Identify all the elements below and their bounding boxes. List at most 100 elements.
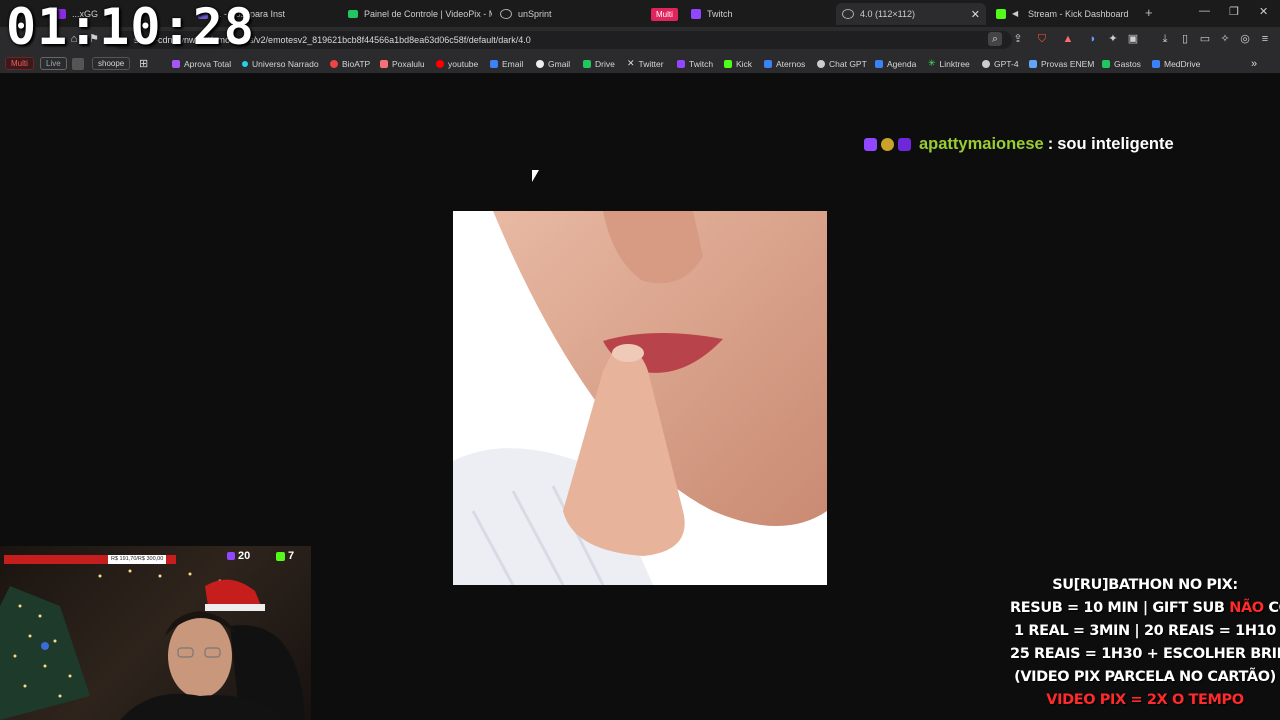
bookmark-label: MedDrive bbox=[1164, 58, 1201, 69]
bookmark-multi[interactable]: Multi bbox=[5, 56, 34, 71]
bookmark-label: Kick bbox=[736, 58, 753, 69]
bookmark-label: shoope bbox=[92, 57, 131, 70]
bookmark-youtube[interactable]: youtube bbox=[436, 56, 478, 71]
tab-2[interactable]: Painel de Controle | VideoPix - M bbox=[342, 3, 492, 25]
bookmark-label: Twitter bbox=[638, 58, 664, 69]
bookmark-agenda[interactable]: Agenda bbox=[875, 56, 916, 71]
bookmark-label: Provas ENEM bbox=[1041, 58, 1095, 69]
sidebar-icon[interactable]: ▯ bbox=[1178, 32, 1192, 46]
menu-icon[interactable]: ≡ bbox=[1258, 32, 1272, 46]
zoom-icon[interactable]: ⌕ bbox=[988, 32, 1002, 46]
bookmark-twitter[interactable]: ✕ Twitter bbox=[627, 56, 664, 71]
mute-icon[interactable]: ◀ bbox=[1012, 9, 1022, 19]
new-tab-button[interactable]: + bbox=[1145, 5, 1153, 20]
bookmark-email[interactable]: Email bbox=[490, 56, 523, 71]
bookmark-label: Chat GPT bbox=[829, 58, 867, 69]
bookmark-aternos[interactable]: Aternos bbox=[764, 56, 805, 71]
videopix-icon bbox=[348, 10, 358, 18]
apps-grid[interactable]: ⊞ bbox=[139, 56, 148, 71]
bookmark-kick[interactable]: Kick bbox=[724, 56, 752, 71]
close-window-icon[interactable]: ✕ bbox=[1259, 5, 1268, 18]
tab-label: unSprint bbox=[518, 9, 552, 19]
globe-icon bbox=[500, 9, 512, 19]
bookmark-gmail[interactable]: Gmail bbox=[536, 56, 570, 71]
google-icon bbox=[536, 59, 544, 68]
twitch-badge-icon bbox=[864, 137, 877, 151]
bookmark-aprova-total[interactable]: Aprova Total bbox=[172, 56, 231, 71]
drive-icon bbox=[1152, 59, 1160, 68]
bookmark-label: Twitch bbox=[689, 58, 714, 69]
twitch-count-value: 20 bbox=[238, 550, 251, 562]
vpn-icon[interactable]: ◎ bbox=[1238, 32, 1252, 46]
wallet-icon[interactable]: ▭ bbox=[1198, 32, 1212, 46]
share-icon[interactable]: ⇪ bbox=[1011, 32, 1025, 46]
enem-icon bbox=[1029, 59, 1037, 68]
aternos-icon bbox=[764, 59, 772, 68]
donation-goal: R$ 191,70/R$ 300,00 bbox=[108, 555, 167, 564]
kick-sub-count: 7 bbox=[276, 548, 294, 564]
emote-image bbox=[453, 211, 827, 585]
puzzle-icon[interactable]: ✦ bbox=[1106, 32, 1120, 46]
tab-label: Painel de Controle | VideoPix - M bbox=[364, 9, 492, 19]
bookmark-drive[interactable]: Drive bbox=[583, 56, 615, 71]
bookmark-provas-enem[interactable]: Provas ENEM bbox=[1029, 56, 1094, 71]
drive-icon bbox=[583, 59, 591, 68]
twitch-count-icon bbox=[227, 552, 235, 560]
minimize-icon[interactable]: — bbox=[1199, 5, 1210, 17]
bookmark-shoope[interactable]: shoope bbox=[92, 56, 131, 71]
bookmark-twitch[interactable]: Twitch bbox=[677, 56, 713, 71]
bookmark-gpt4[interactable]: GPT-4 bbox=[982, 56, 1019, 71]
twitch-icon bbox=[677, 59, 685, 68]
bookmark-label: Multi bbox=[5, 57, 34, 70]
rule-text: CONTA bbox=[1268, 600, 1280, 616]
subathon-rule-real: 1 REAL = 3MIN | 20 REAIS = 1H10 bbox=[1014, 623, 1276, 639]
bookmark-blank[interactable] bbox=[72, 56, 84, 71]
twitch-icon bbox=[691, 9, 701, 19]
tab-label: Multi bbox=[651, 7, 678, 21]
bookmark-label: Gastos bbox=[1114, 58, 1141, 69]
bookmark-gastos[interactable]: Gastos bbox=[1102, 56, 1141, 71]
email-icon bbox=[490, 59, 498, 68]
download-icon[interactable]: ⤓ bbox=[1158, 32, 1172, 46]
close-tab-icon[interactable]: ✕ bbox=[971, 8, 980, 21]
bookmark-universo-narrado[interactable]: Universo Narrado bbox=[242, 56, 319, 71]
more-bookmarks-button[interactable]: » bbox=[1251, 56, 1257, 71]
linktree-icon: ✳ bbox=[928, 58, 936, 68]
bookmark-chat-gpt[interactable]: Chat GPT bbox=[817, 56, 867, 71]
rule-highlight: NÃO bbox=[1229, 600, 1264, 616]
sheets-icon bbox=[1102, 59, 1110, 68]
screenshot-icon[interactable]: ▣ bbox=[1126, 32, 1140, 46]
chat-username: apattymaionese bbox=[919, 134, 1044, 153]
tab-label: Stream - Kick Dashboard bbox=[1028, 9, 1129, 19]
double-chevron-icon: » bbox=[1251, 57, 1258, 70]
chat-text: sou inteligente bbox=[1057, 134, 1174, 153]
subathon-rule-double: VIDEO PIX = 2X O TEMPO bbox=[1046, 692, 1244, 708]
subathon-timer: 01:10:28 bbox=[6, 0, 255, 56]
rule-text: RESUB = 10 MIN | GIFT SUB bbox=[1010, 600, 1230, 616]
tab-label: Twitch bbox=[707, 9, 733, 19]
bookmark-meddrive[interactable]: MedDrive bbox=[1152, 56, 1200, 71]
bookmark-poxalulu[interactable]: Poxalulu bbox=[380, 56, 425, 71]
tab-4[interactable]: Multi bbox=[645, 3, 685, 25]
openai-icon bbox=[982, 59, 990, 68]
x-icon: ✕ bbox=[627, 58, 635, 68]
tab-6-active[interactable]: 4.0 (112×112) ✕ bbox=[836, 3, 986, 25]
subathon-rules: SU[RU]BATHON NO PIX: RESUB = 10 MIN | GI… bbox=[1010, 574, 1280, 712]
bioatp-icon bbox=[330, 59, 338, 68]
brave-rewards-icon[interactable]: ▲ bbox=[1061, 32, 1075, 46]
tab-7[interactable]: ◀ Stream - Kick Dashboard bbox=[990, 3, 1140, 25]
leo-icon[interactable]: ✧ bbox=[1218, 32, 1232, 46]
kick-icon bbox=[724, 59, 732, 68]
tab-5[interactable]: Twitch bbox=[685, 3, 825, 25]
webcam-scene bbox=[0, 569, 305, 720]
tab-3[interactable]: unSprint bbox=[494, 3, 634, 25]
extension-icon[interactable]: ◗ bbox=[1086, 32, 1100, 46]
bookmark-live[interactable]: Live bbox=[40, 56, 67, 71]
brave-shield-icon[interactable]: ⛉ bbox=[1035, 32, 1049, 46]
bookmark-bioatp[interactable]: BioATP bbox=[330, 56, 370, 71]
kick-icon bbox=[276, 551, 285, 561]
restore-icon[interactable]: ❐ bbox=[1229, 5, 1239, 18]
kick-icon bbox=[996, 9, 1006, 19]
bookmark-label: Universo Narrado bbox=[252, 58, 319, 69]
bookmark-linktree[interactable]: ✳ Linktree bbox=[928, 56, 970, 71]
